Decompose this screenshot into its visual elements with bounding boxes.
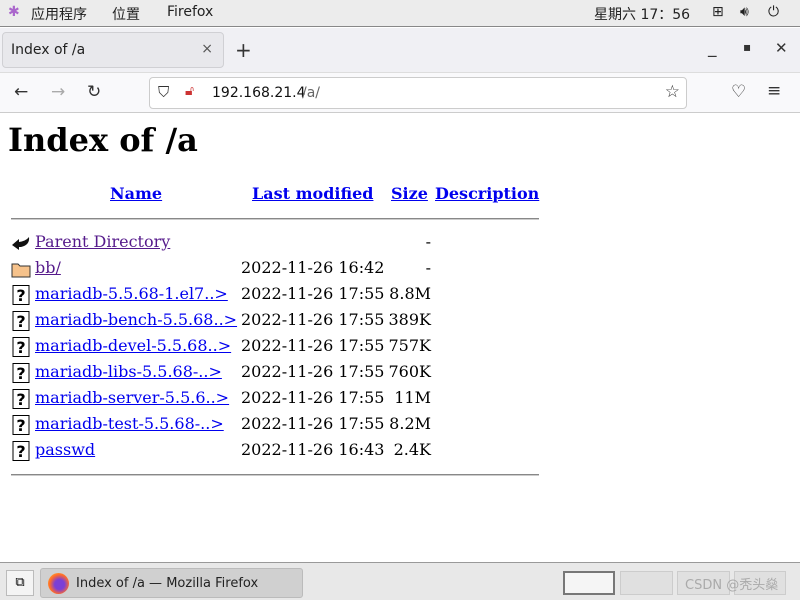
file-link[interactable]: mariadb-5.5.68-1.el7..> <box>35 284 228 303</box>
file-size: 2.4K <box>393 440 431 459</box>
navigation-toolbar: ← → ↻ ⛉ 🔓︎ 192.168.21.4 /a/ ☆ ♡ ≡ <box>0 72 800 113</box>
svg-text:?: ? <box>16 286 25 305</box>
tab-bar: Index of /a × + _ ▪ ✕ <box>0 28 800 72</box>
table-row: ? mariadb-server-5.5.6..> 2022-11-26 17:… <box>0 386 540 412</box>
sort-by-description[interactable]: Description <box>435 184 539 203</box>
file-link[interactable]: Parent Directory <box>35 232 170 251</box>
bookmark-star-icon[interactable]: ☆ <box>665 82 680 102</box>
show-desktop-icon[interactable]: ⧉ <box>6 570 34 596</box>
last-modified: 2022-11-26 16:42 <box>241 258 385 277</box>
svg-text:?: ? <box>16 364 25 383</box>
unknown-file-icon: ? <box>11 363 31 383</box>
table-row: ? passwd 2022-11-26 16:43 2.4K <box>0 438 540 464</box>
last-modified: 2022-11-26 17:55 <box>241 414 385 433</box>
last-modified: 2022-11-26 17:55 <box>241 284 385 303</box>
file-size: 389K <box>388 310 432 329</box>
power-icon[interactable]: ⏻ <box>768 4 779 20</box>
divider <box>11 474 539 476</box>
system-top-bar: ✱ 应用程序 位置 Firefox 星期六 17：56 ⊞ 🔊︎ ⏻ <box>0 0 800 27</box>
firefox-logo-icon <box>48 573 69 594</box>
close-tab-icon[interactable]: × <box>201 41 213 57</box>
page-title: Index of /a <box>8 121 198 159</box>
file-link[interactable]: mariadb-bench-5.5.68..> <box>35 310 237 329</box>
unknown-file-icon: ? <box>11 337 31 357</box>
url-host: 192.168.21.4 <box>212 85 306 101</box>
workspace-1[interactable] <box>563 571 615 595</box>
file-size: 8.8M <box>389 284 431 303</box>
last-modified: 2022-11-26 16:43 <box>241 440 385 459</box>
unknown-file-icon: ? <box>11 441 31 461</box>
network-icon[interactable]: ⊞ <box>712 4 724 20</box>
tab-index[interactable]: Index of /a × <box>2 32 224 68</box>
file-size: 8.2M <box>389 414 431 433</box>
app-menu[interactable]: Firefox <box>167 4 213 20</box>
close-window-icon[interactable]: ✕ <box>775 39 788 57</box>
applications-menu[interactable]: 应用程序 <box>31 4 87 24</box>
new-tab-icon[interactable]: + <box>235 38 252 62</box>
file-size: 757K <box>388 336 432 355</box>
unknown-file-icon: ? <box>11 389 31 409</box>
unknown-file-icon: ? <box>11 311 31 331</box>
file-link[interactable]: passwd <box>35 440 95 459</box>
watermark: CSDN @秃头燊 <box>685 578 779 593</box>
last-modified: 2022-11-26 17:55 <box>241 310 385 329</box>
taskbar-window-firefox[interactable]: Index of /a — Mozilla Firefox <box>40 568 303 598</box>
file-size: 760K <box>388 362 432 381</box>
sort-by-size[interactable]: Size <box>391 184 428 203</box>
workspace-2[interactable] <box>620 571 673 595</box>
last-modified: 2022-11-26 17:55 <box>241 336 385 355</box>
unknown-file-icon: ? <box>11 415 31 435</box>
apps-logo-icon: ✱ <box>8 4 20 20</box>
url-path: /a/ <box>302 85 321 101</box>
back-icon <box>11 233 31 253</box>
svg-text:?: ? <box>16 442 25 461</box>
forward-icon[interactable]: → <box>51 82 65 102</box>
svg-text:?: ? <box>16 390 25 409</box>
table-row: ? mariadb-test-5.5.68-..> 2022-11-26 17:… <box>0 412 540 438</box>
table-row: ? mariadb-libs-5.5.68-..> 2022-11-26 17:… <box>0 360 540 386</box>
file-size: - <box>425 232 431 251</box>
svg-text:?: ? <box>16 416 25 435</box>
divider <box>11 218 539 220</box>
minimize-icon[interactable]: _ <box>708 38 717 58</box>
table-row: ? mariadb-5.5.68-1.el7..> 2022-11-26 17:… <box>0 282 540 308</box>
reload-icon[interactable]: ↻ <box>87 82 101 102</box>
page-content: Index of /a Name Last modified Size Desc… <box>0 113 800 562</box>
shield-icon[interactable]: ⛉ <box>158 83 169 101</box>
file-link[interactable]: bb/ <box>35 258 61 277</box>
table-row: bb/ 2022-11-26 16:42 - <box>0 256 540 282</box>
last-modified: 2022-11-26 17:55 <box>241 362 385 381</box>
file-link[interactable]: mariadb-server-5.5.6..> <box>35 388 229 407</box>
last-modified: 2022-11-26 17:55 <box>241 388 385 407</box>
url-bar[interactable]: ⛉ 🔓︎ 192.168.21.4 /a/ ☆ <box>149 77 687 109</box>
taskbar: ⧉ Index of /a — Mozilla Firefox CSDN @秃头… <box>0 562 800 600</box>
taskbar-window-label: Index of /a — Mozilla Firefox <box>76 576 259 591</box>
back-icon[interactable]: ← <box>14 82 28 102</box>
sort-by-name[interactable]: Name <box>110 184 162 203</box>
unknown-file-icon: ? <box>11 285 31 305</box>
pocket-icon[interactable]: ♡ <box>731 82 746 102</box>
insecure-lock-icon[interactable]: 🔓︎ <box>185 83 194 99</box>
volume-icon[interactable]: 🔊︎ <box>740 4 749 20</box>
table-row: Parent Directory - <box>0 230 540 256</box>
sort-by-modified[interactable]: Last modified <box>252 184 373 203</box>
file-link[interactable]: mariadb-libs-5.5.68-..> <box>35 362 222 381</box>
file-size: - <box>425 258 431 277</box>
table-row: ? mariadb-devel-5.5.68..> 2022-11-26 17:… <box>0 334 540 360</box>
svg-text:?: ? <box>16 338 25 357</box>
menu-icon[interactable]: ≡ <box>767 81 781 101</box>
file-link[interactable]: mariadb-test-5.5.68-..> <box>35 414 224 433</box>
maximize-icon[interactable]: ▪ <box>743 40 751 54</box>
table-row: ? mariadb-bench-5.5.68..> 2022-11-26 17:… <box>0 308 540 334</box>
svg-text:?: ? <box>16 312 25 331</box>
places-menu[interactable]: 位置 <box>112 4 140 24</box>
folder-icon <box>11 259 31 279</box>
tab-title: Index of /a <box>11 42 86 58</box>
clock[interactable]: 星期六 17：56 <box>594 4 690 24</box>
file-link[interactable]: mariadb-devel-5.5.68..> <box>35 336 231 355</box>
file-size: 11M <box>394 388 431 407</box>
